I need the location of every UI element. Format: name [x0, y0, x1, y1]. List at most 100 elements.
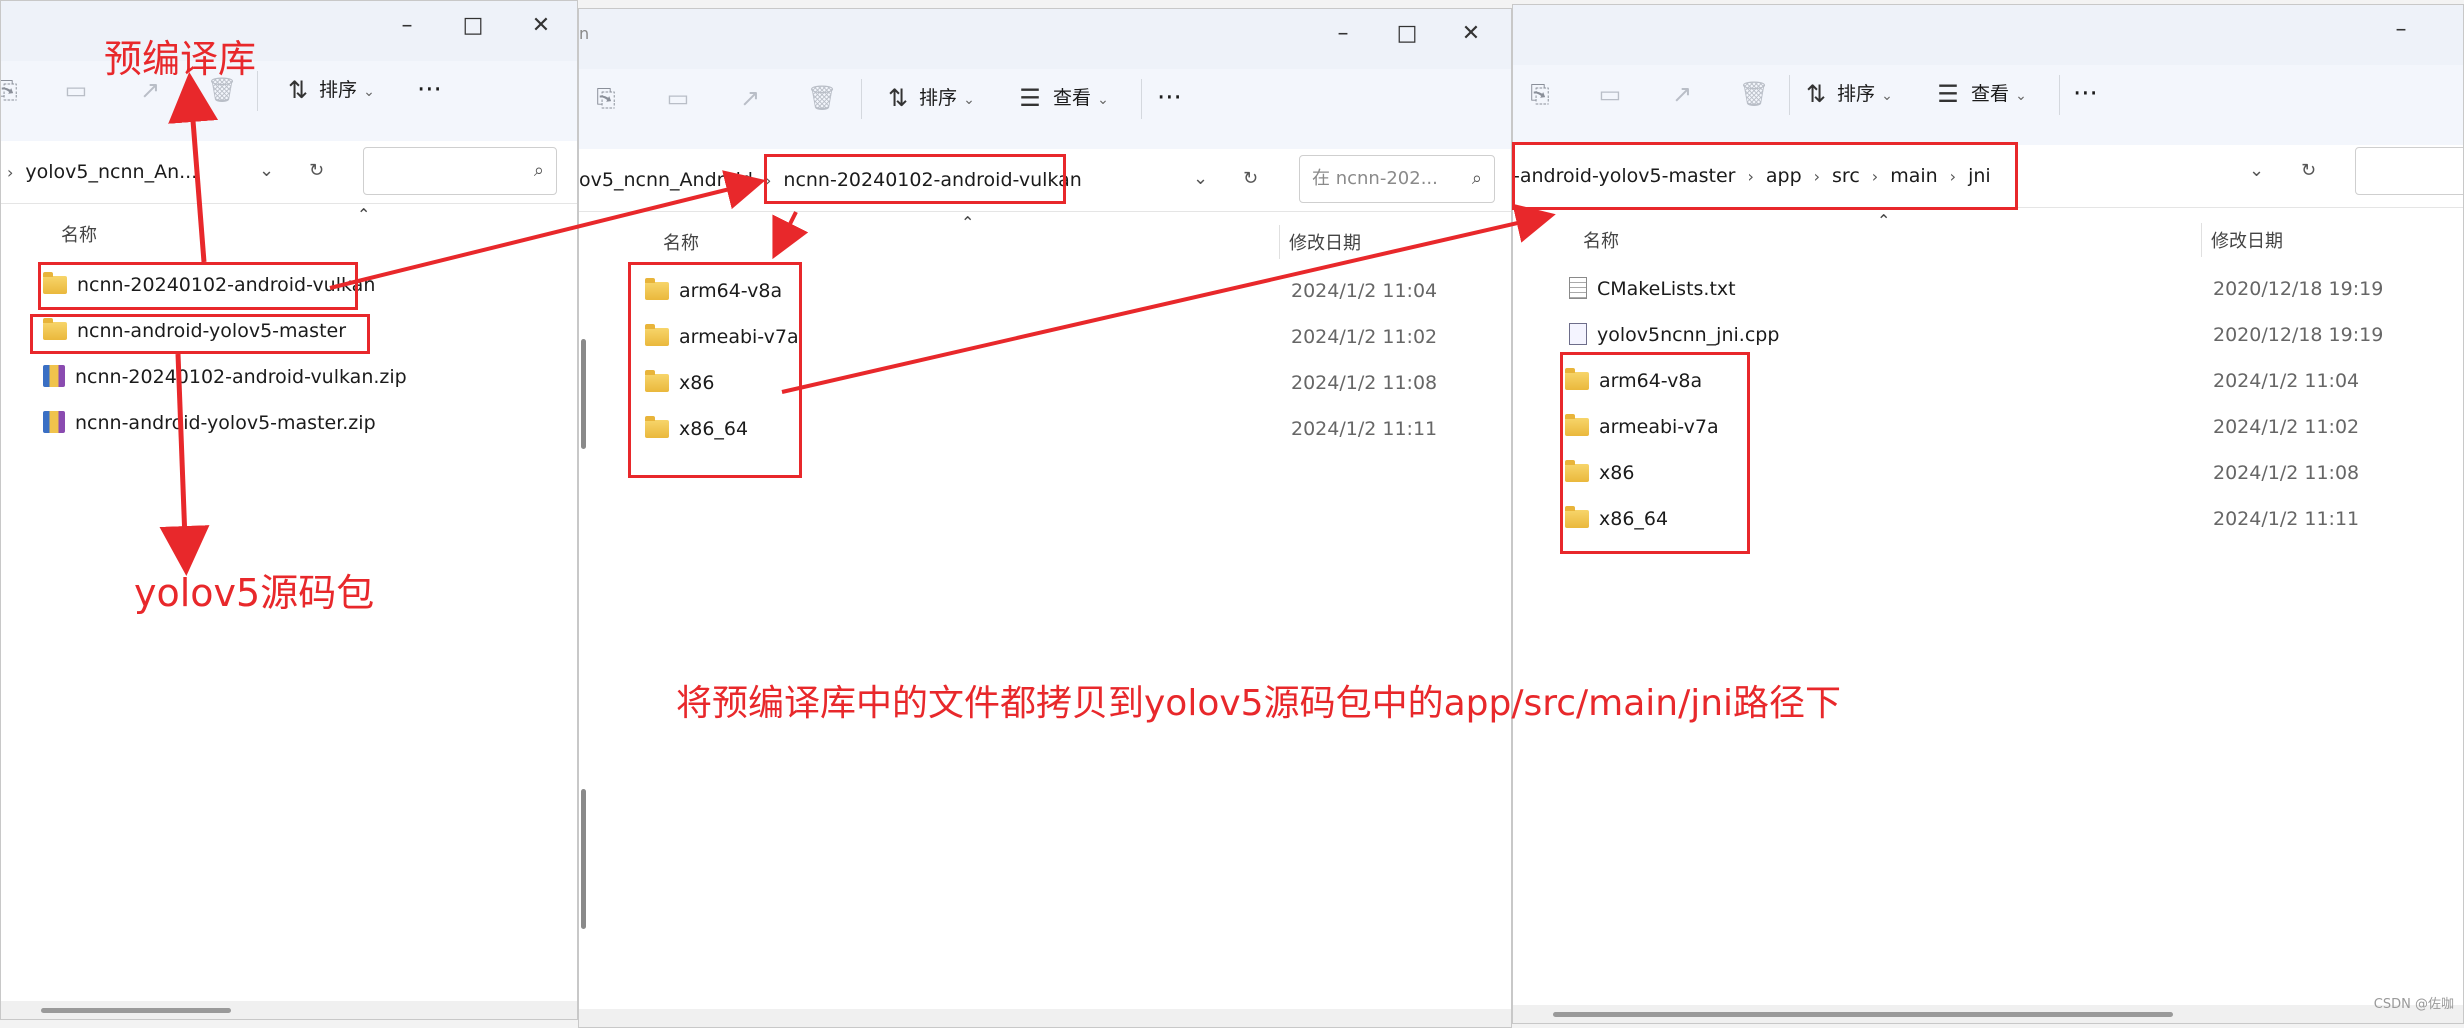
vertical-scrollbar[interactable] — [581, 789, 586, 929]
minimize-button[interactable]: – — [1323, 17, 1363, 51]
file-name: x86_64 — [1599, 508, 1669, 530]
sort-indicator-icon: ⌃ — [357, 205, 371, 224]
view-label: 查看 — [1971, 83, 2010, 105]
column-header-name[interactable]: 名称 — [663, 229, 699, 255]
toolbar-separator — [1141, 79, 1142, 119]
file-date: 2024/1/2 11:08 — [2213, 462, 2360, 484]
command-bar — [579, 69, 1511, 150]
breadcrumb[interactable]: › yolov5_ncnn_An... — [7, 153, 197, 191]
close-button[interactable]: ✕ — [521, 9, 561, 43]
paste-icon[interactable]: ⎘ — [1, 75, 23, 105]
label-prebuilt-library: 预编译库 — [104, 37, 257, 81]
list-item[interactable]: x86_64 2024/1/2 11:11 — [645, 409, 1465, 449]
list-item[interactable]: armeabi-v7a 2024/1/2 11:02 — [645, 317, 1465, 357]
breadcrumb-item-current[interactable]: ncnn-20240102-android-vulkan — [783, 169, 1081, 191]
list-item[interactable]: arm64-v8a 2024/1/2 11:04 — [645, 271, 1465, 311]
refresh-icon[interactable]: ↻ — [2301, 151, 2316, 191]
file-name: ncnn-20240102-android-vulkan.zip — [75, 366, 407, 388]
sort-button[interactable]: 排序 ⌄ — [919, 81, 975, 115]
explorer-window-jni: – ⎘ ▭ ↗ 🗑 ⇅ 排序 ⌄ ☰ 查看 ⌄ ··· -android-yol… — [1512, 4, 2464, 1024]
search-input[interactable]: 在 ncnn-202... ⌕ — [1299, 155, 1495, 203]
status-bar — [579, 1009, 1511, 1027]
address-dropdown-icon[interactable]: ⌄ — [259, 151, 274, 191]
list-item[interactable]: CMakeLists.txt 2020/12/18 19:19 — [1569, 269, 2449, 309]
delete-icon[interactable]: 🗑 — [1739, 79, 1769, 109]
view-label: 查看 — [1053, 87, 1092, 109]
breadcrumb-item[interactable]: app — [1766, 165, 1802, 187]
breadcrumb[interactable]: -android-yolov5-master › app › src › main › jni — [1513, 157, 1991, 195]
file-name: yolov5ncnn_jni.cpp — [1597, 324, 1780, 346]
sort-icon: ⇅ — [1805, 80, 1827, 108]
breadcrumb-item[interactable]: ov5_ncnn_Android — [579, 169, 753, 191]
folder-icon — [645, 278, 669, 300]
breadcrumb[interactable]: ov5_ncnn_Android › ncnn-20240102-android-v… — [579, 161, 1082, 199]
breadcrumb-item[interactable]: -android-yolov5-master — [1513, 165, 1735, 187]
horizontal-scrollbar[interactable] — [41, 1008, 231, 1013]
list-item[interactable]: x86_64 2024/1/2 11:11 — [1565, 499, 2449, 539]
column-header-date[interactable]: 修改日期 — [2211, 227, 2283, 253]
file-name: x86 — [1599, 462, 1635, 484]
sort-button[interactable]: 排序 ⌄ — [319, 73, 375, 107]
column-divider[interactable] — [1279, 225, 1280, 259]
view-icon: ☰ — [1937, 80, 1959, 108]
maximize-button[interactable]: □ — [453, 9, 493, 43]
file-name: armeabi-v7a — [679, 326, 799, 348]
close-button[interactable]: ✕ — [1451, 17, 1491, 51]
column-header-name[interactable]: 名称 — [61, 221, 97, 247]
search-icon: ⌕ — [1471, 168, 1482, 189]
more-options-button[interactable]: ··· — [1157, 81, 1182, 115]
file-name: ncnn-android-yolov5-master — [77, 320, 347, 342]
breadcrumb-item-current[interactable]: jni — [1968, 165, 1991, 187]
delete-icon[interactable]: 🗑 — [807, 83, 837, 113]
view-button[interactable]: 查看 ⌄ — [1053, 81, 1109, 115]
list-item[interactable]: armeabi-v7a 2024/1/2 11:02 — [1565, 407, 2449, 447]
refresh-icon[interactable]: ↻ — [309, 151, 324, 191]
sort-button[interactable]: 排序 ⌄ — [1837, 77, 1893, 111]
instruction-text: 将预编译库中的文件都拷贝到yolov5源码包中的app/src/main/jni… — [676, 683, 1842, 724]
share-icon[interactable]: ↗ — [735, 83, 765, 113]
list-item[interactable]: yolov5ncnn_jni.cpp 2020/12/18 19:19 — [1569, 315, 2449, 355]
column-header-name[interactable]: 名称 — [1583, 227, 1619, 253]
list-item[interactable]: x86 2024/1/2 11:08 — [1565, 453, 2449, 493]
chevron-down-icon: ⌄ — [363, 84, 375, 100]
zip-archive-icon — [43, 411, 65, 433]
address-dropdown-icon[interactable]: ⌄ — [2249, 151, 2264, 191]
chevron-down-icon: ⌄ — [2015, 88, 2027, 104]
view-button[interactable]: 查看 ⌄ — [1971, 77, 2027, 111]
maximize-button[interactable]: □ — [1387, 17, 1427, 51]
search-input[interactable] — [2355, 147, 2463, 195]
column-header-date[interactable]: 修改日期 — [1289, 229, 1361, 255]
minimize-button[interactable]: – — [2381, 13, 2421, 47]
breadcrumb-item[interactable]: main — [1890, 165, 1937, 187]
toolbar-separator — [2059, 75, 2060, 115]
vertical-scrollbar[interactable] — [581, 339, 586, 449]
chevron-right-icon: › — [1747, 167, 1754, 186]
label-source-package: yolov5源码包 — [134, 571, 375, 615]
breadcrumb-item[interactable]: yolov5_ncnn_An... — [25, 161, 197, 183]
address-dropdown-icon[interactable]: ⌄ — [1193, 159, 1208, 199]
folder-icon — [43, 272, 67, 294]
sort-icon: ⇅ — [887, 84, 909, 112]
refresh-icon[interactable]: ↻ — [1243, 159, 1258, 199]
share-icon[interactable]: ↗ — [1667, 79, 1697, 109]
horizontal-scrollbar[interactable] — [1553, 1012, 2173, 1017]
rename-icon[interactable]: ▭ — [61, 75, 91, 105]
breadcrumb-item[interactable]: src — [1832, 165, 1860, 187]
column-divider[interactable] — [2201, 223, 2202, 257]
more-options-button[interactable]: ··· — [417, 73, 442, 107]
rename-icon[interactable]: ▭ — [1595, 79, 1625, 109]
list-item[interactable]: arm64-v8a 2024/1/2 11:04 — [1565, 361, 2449, 401]
more-options-button[interactable]: ··· — [2073, 77, 2098, 111]
search-input[interactable]: ⌕ — [363, 147, 557, 195]
minimize-button[interactable]: – — [387, 9, 427, 43]
sort-label: 排序 — [319, 79, 358, 101]
file-name: CMakeLists.txt — [1597, 278, 1736, 300]
title-bar — [579, 9, 1511, 69]
paste-icon[interactable]: ⎘ — [1525, 79, 1555, 109]
folder-icon — [1565, 506, 1589, 528]
paste-icon[interactable]: ⎘ — [591, 83, 621, 113]
watermark: CSDN @佐咖 — [2373, 997, 2454, 1012]
file-name: x86_64 — [679, 418, 749, 440]
list-item[interactable]: x86 2024/1/2 11:08 — [645, 363, 1465, 403]
rename-icon[interactable]: ▭ — [663, 83, 693, 113]
